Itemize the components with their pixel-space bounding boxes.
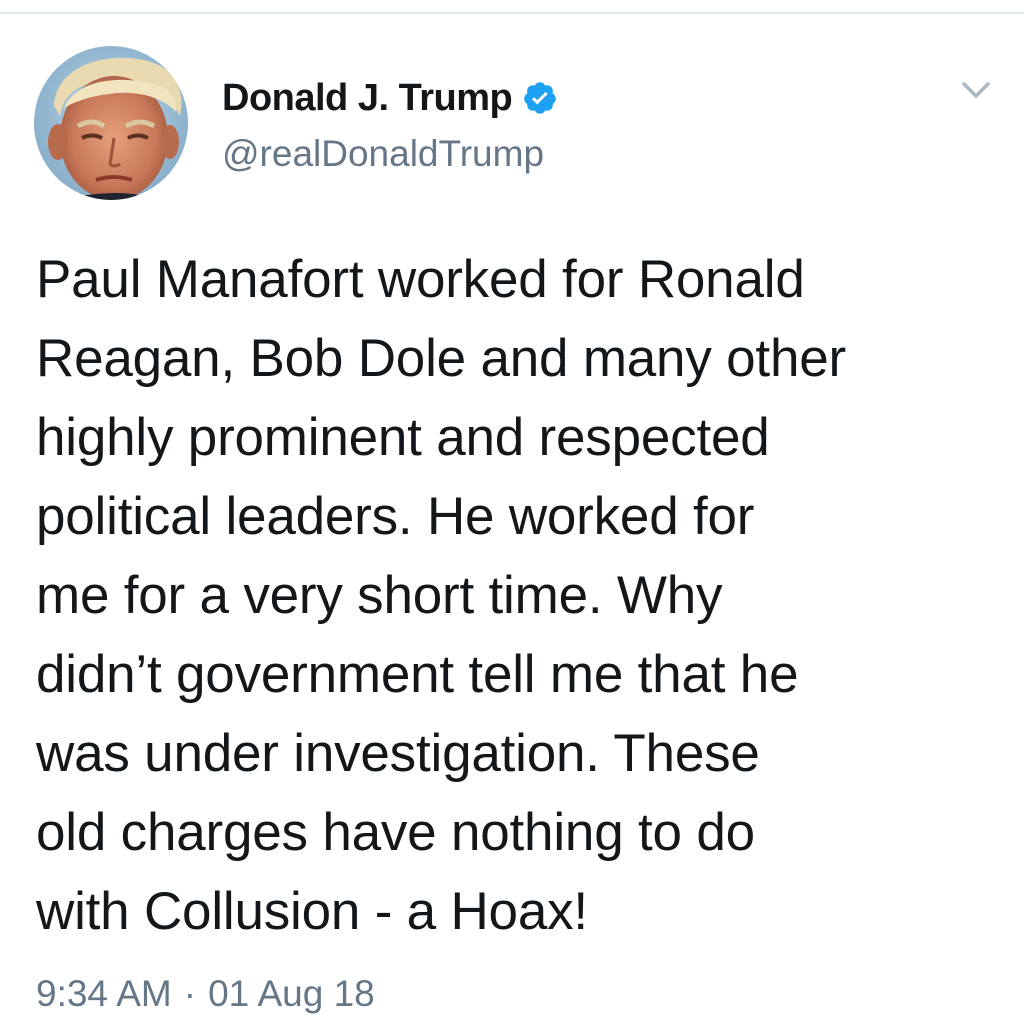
timestamp-separator: · bbox=[183, 973, 197, 1014]
top-divider bbox=[0, 0, 1024, 14]
chevron-down-icon[interactable] bbox=[958, 78, 994, 102]
avatar[interactable] bbox=[34, 46, 188, 200]
tweet-text: Paul Manafort worked for Ronald Reagan, … bbox=[36, 250, 846, 941]
tweet-time: 9:34 AM bbox=[36, 973, 172, 1014]
tweet-screen: Donald J. Trump @realDonaldTrump Paul Ma… bbox=[0, 0, 1024, 1036]
user-handle[interactable]: @realDonaldTrump bbox=[222, 132, 558, 176]
display-name-row: Donald J. Trump bbox=[222, 74, 558, 122]
tweet-date: 01 Aug 18 bbox=[208, 973, 375, 1014]
tweet-timestamp[interactable]: 9:34 AM · 01 Aug 18 bbox=[36, 968, 375, 1020]
display-name[interactable]: Donald J. Trump bbox=[222, 74, 513, 122]
author-names: Donald J. Trump @realDonaldTrump bbox=[222, 74, 558, 176]
avatar-image bbox=[34, 46, 188, 200]
verified-badge-icon bbox=[522, 80, 558, 116]
tweet-header: Donald J. Trump @realDonaldTrump bbox=[34, 46, 994, 206]
